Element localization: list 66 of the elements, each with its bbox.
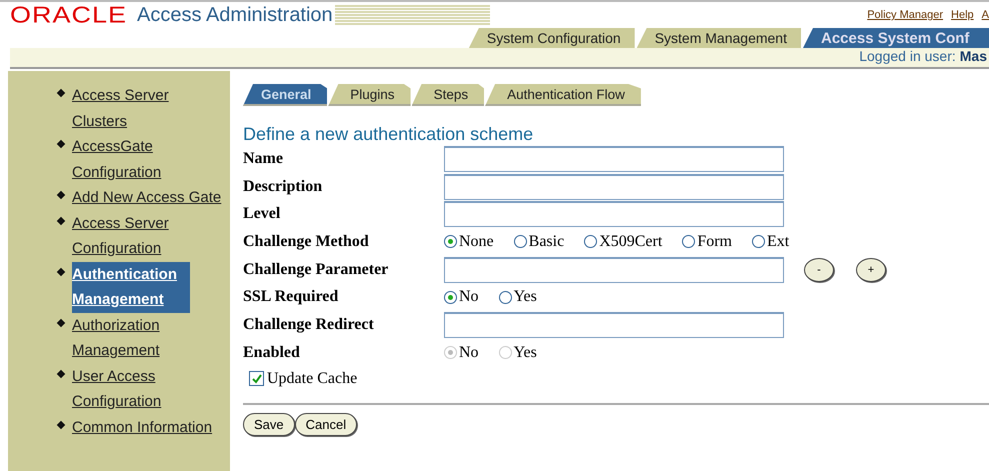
radio-button[interactable] xyxy=(444,235,457,248)
field-label: Challenge Method xyxy=(243,232,370,252)
radio-button[interactable] xyxy=(584,235,598,248)
option-label: Ext xyxy=(766,232,790,251)
top-tab[interactable]: Access System Conf xyxy=(803,28,989,48)
bullet-icon xyxy=(56,88,66,98)
field-label: Level xyxy=(243,204,282,224)
sidebar-link[interactable]: Authorization Management xyxy=(72,312,222,364)
input-field[interactable] xyxy=(444,201,784,228)
tab[interactable]: Authentication Flow xyxy=(485,84,641,106)
field-label: Name xyxy=(243,149,284,169)
radio-button[interactable] xyxy=(498,290,512,304)
top-tab[interactable]: System Configuration xyxy=(468,28,635,48)
input-field[interactable] xyxy=(444,312,784,338)
bullet-icon xyxy=(56,190,66,200)
field-label: Challenge Parameter xyxy=(243,260,390,280)
input-field[interactable] xyxy=(444,256,784,283)
round-button[interactable]: - xyxy=(804,258,834,282)
bullet-icon xyxy=(56,420,66,429)
app-title: Access Administration xyxy=(137,4,333,26)
form-button[interactable]: Cancel xyxy=(294,412,358,436)
field-label: Enabled xyxy=(243,342,301,363)
sidebar-link[interactable]: Access Server Configuration xyxy=(72,210,222,262)
radio-button[interactable] xyxy=(514,235,527,248)
bullet-icon xyxy=(56,216,66,225)
header-link[interactable]: A xyxy=(982,9,989,21)
input-field[interactable] xyxy=(444,174,784,200)
bullet-icon xyxy=(56,267,66,276)
option-label: No xyxy=(459,344,479,362)
option-label: Yes xyxy=(514,344,537,362)
tab[interactable]: Steps xyxy=(412,84,484,106)
sidebar-link[interactable]: Add New Access Gate xyxy=(72,185,222,210)
checkbox-label: Update Cache xyxy=(267,370,358,388)
field-label: Challenge Redirect xyxy=(243,315,375,336)
bullet-icon xyxy=(56,369,66,378)
checkbox[interactable] xyxy=(249,371,264,386)
header-link[interactable]: Policy Manager xyxy=(867,9,944,21)
tab[interactable]: Plugins xyxy=(328,84,411,106)
form-heading: Define a new authentication scheme xyxy=(243,124,534,145)
sidebar-link[interactable]: User Access Configuration xyxy=(72,364,222,414)
sidebar-link[interactable]: AccessGate Configuration xyxy=(72,134,222,185)
input-field[interactable] xyxy=(444,146,784,172)
logged-in-label: Logged in user: xyxy=(859,48,956,64)
radio-button[interactable] xyxy=(682,235,696,248)
field-label: SSL Required xyxy=(243,287,340,308)
radio-button[interactable] xyxy=(444,290,457,304)
sidebar-link[interactable]: Authentication Management xyxy=(72,262,190,312)
round-button[interactable]: + xyxy=(856,258,886,282)
field-label: Description xyxy=(243,176,324,197)
bullet-icon xyxy=(56,140,66,148)
radio-button[interactable] xyxy=(752,235,765,248)
bullet-icon xyxy=(56,318,66,327)
tab[interactable]: General xyxy=(243,84,328,106)
option-label: No xyxy=(459,288,479,306)
option-label: Form xyxy=(697,232,732,251)
user-name: Mas xyxy=(960,48,987,64)
sidebar-link[interactable]: Access Server Clusters xyxy=(72,83,222,134)
top-tab[interactable]: System Management xyxy=(636,28,801,48)
header-link[interactable]: Help xyxy=(951,9,974,21)
option-label: Yes xyxy=(514,288,537,306)
option-label: None xyxy=(459,232,494,251)
sidebar-link[interactable]: Common Information xyxy=(72,414,222,440)
option-label: X509Cert xyxy=(599,232,662,251)
option-label: Basic xyxy=(528,232,564,251)
oracle-logo: ORACLE xyxy=(10,4,128,26)
form-button[interactable]: Save xyxy=(243,412,295,436)
